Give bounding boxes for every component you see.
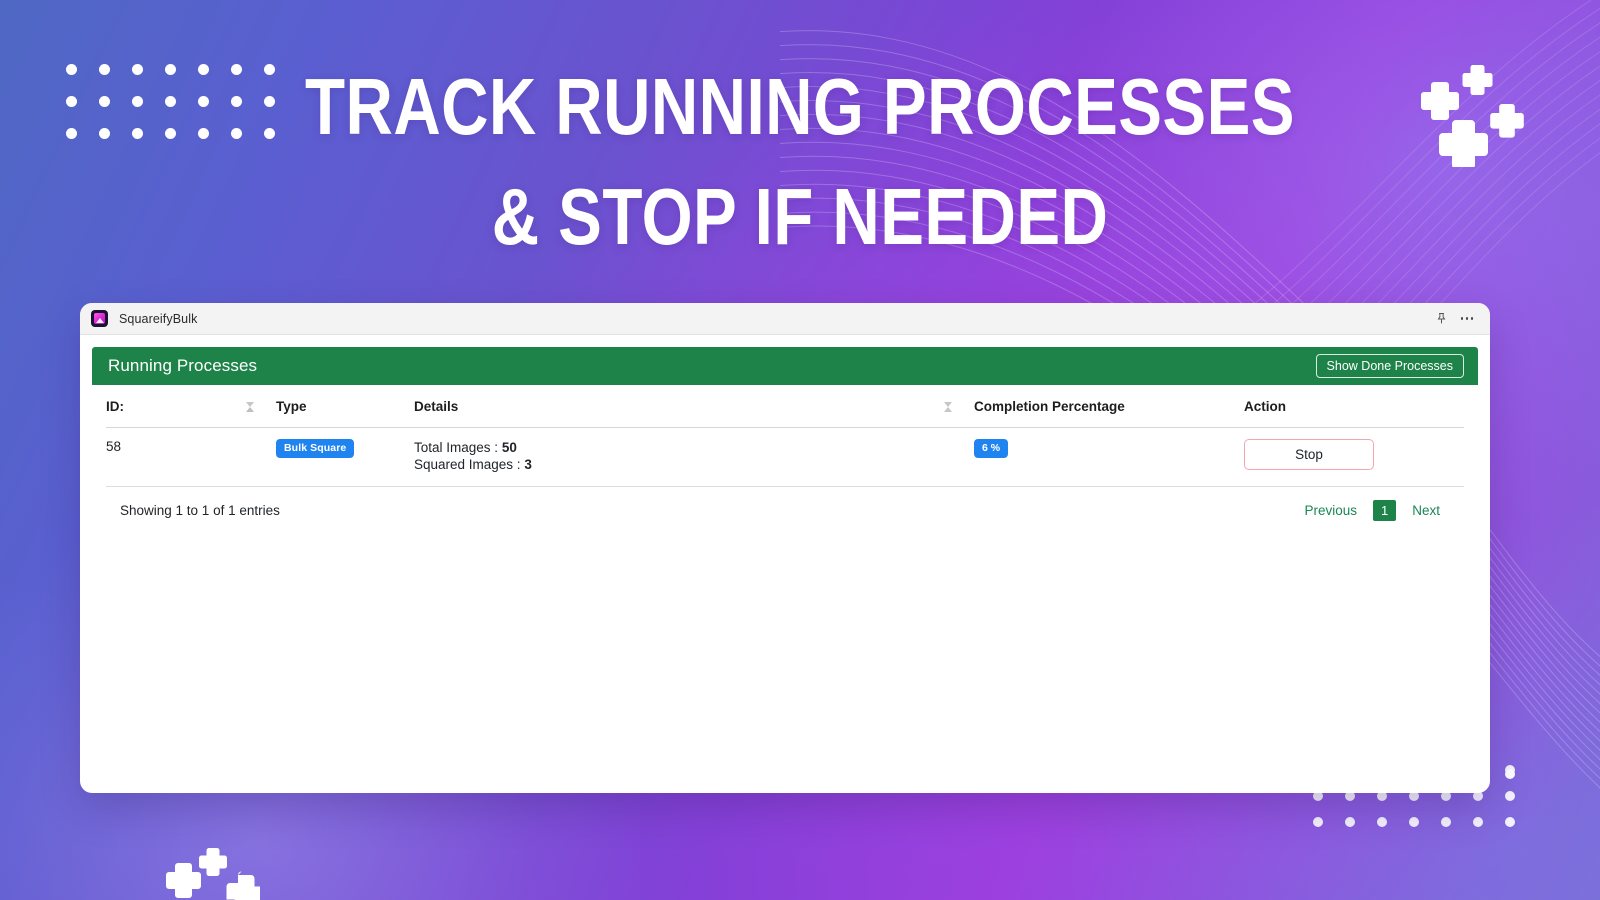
column-header-id-label: ID: [106,399,124,414]
app-image-icon [91,310,108,327]
details-squared-images: Squared Images : 3 [414,456,944,473]
details-total-images: Total Images : 50 [414,439,944,456]
promo-banner-stage: TRACK RUNNING PROCESSES & STOP IF NEEDED… [0,0,1600,900]
table-row: 58 Bulk Square Total Images : 50 Squared… [106,427,1464,487]
panel-header: Running Processes Show Done Processes [92,347,1478,385]
details-squared-images-value: 3 [524,457,532,473]
cell-id: 58 [106,427,246,487]
stop-button[interactable]: Stop [1244,439,1374,470]
panel-title: Running Processes [108,356,258,375]
table-header-row: ID: Type Details Completion Percentage A… [106,385,1464,428]
dot-grid-icon [66,64,297,160]
window-title: SquareifyBulk [119,311,198,326]
details-squared-images-label: Squared Images : [414,457,521,473]
details-total-images-value: 50 [501,440,517,455]
pagination-previous[interactable]: Previous [1294,500,1367,521]
cell-completion-spacer [944,427,974,487]
show-done-processes-button[interactable]: Show Done Processes [1315,353,1464,379]
column-header-details[interactable]: Details [414,385,944,428]
column-header-id[interactable]: ID: [106,385,246,428]
cell-id-spacer [246,427,276,487]
cell-type: Bulk Square [276,427,414,487]
cell-completion: 6 % [974,427,1244,487]
dot-icon [1505,769,1515,779]
hero-line-1: TRACK RUNNING PROCESSES [305,62,1295,151]
column-header-completion-label: Completion Percentage [974,399,1125,414]
sort-indicator-id[interactable] [246,385,276,428]
column-header-completion[interactable]: Completion Percentage [974,385,1244,428]
details-total-images-label: Total Images : [414,440,499,455]
hero-line-2: & STOP IF NEEDED [491,172,1109,262]
column-header-details-label: Details [414,399,459,414]
processes-table-wrap: ID: Type Details Completion Percentage A… [92,385,1478,521]
completion-percentage-badge: 6 % [974,439,1009,458]
pagination-page-1[interactable]: 1 [1373,499,1397,521]
cell-details: Total Images : 50 Squared Images : 3 [414,427,944,487]
entries-info: Showing 1 to 1 of 1 entries [120,502,280,518]
column-header-action-label: Action [1244,399,1286,414]
pagination-next[interactable]: Next [1402,500,1450,521]
column-header-type[interactable]: Type [276,385,414,428]
column-header-action[interactable]: Action [1244,385,1464,428]
pin-icon[interactable] [1428,307,1454,331]
cell-action: Stop [1244,427,1464,487]
type-badge: Bulk Square [276,439,355,458]
column-header-type-label: Type [276,399,307,414]
plus-cluster-icon [166,848,260,900]
plus-cluster-icon [1421,65,1524,167]
table-footer: Showing 1 to 1 of 1 entries Previous 1 N… [106,487,1464,521]
sort-indicator-completion[interactable] [944,385,974,428]
app-window: SquareifyBulk Running Processes Show Don… [80,303,1490,793]
processes-table: ID: Type Details Completion Percentage A… [106,385,1464,487]
running-processes-panel: Running Processes Show Done Processes ID… [92,347,1478,521]
pagination: Previous 1 Next [1294,499,1450,521]
ellipsis-icon[interactable] [1454,307,1480,331]
window-titlebar: SquareifyBulk [80,303,1490,335]
